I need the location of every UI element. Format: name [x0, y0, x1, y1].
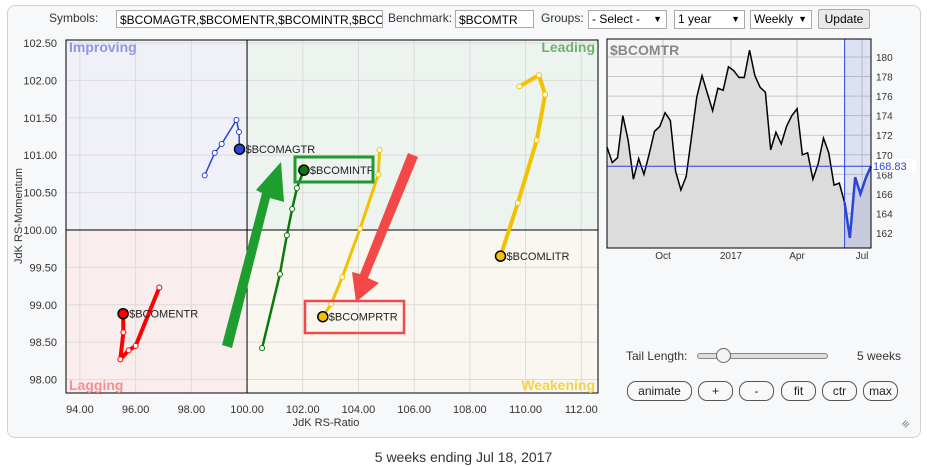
- y-tick-label: 98.00: [29, 375, 57, 387]
- center-button[interactable]: ctr: [822, 381, 857, 401]
- quadrant-label-lagging: Lagging: [69, 377, 123, 393]
- y-tick-label: 99.00: [29, 300, 57, 312]
- x-tick-label: 2017: [720, 251, 743, 262]
- head-point: [298, 164, 310, 176]
- tail-length-label: Tail Length:: [626, 349, 688, 363]
- x-tick-label: 104.00: [342, 404, 376, 416]
- quadrant-label-leading: Leading: [541, 39, 595, 55]
- y-tick-label: 102.50: [23, 38, 57, 50]
- y-tick-label: 172: [876, 131, 893, 142]
- tail-point: [276, 271, 283, 278]
- tail-point: [293, 185, 300, 192]
- x-tick-label: 100.00: [230, 404, 264, 416]
- tail-length-value: 5 weeks: [857, 349, 902, 363]
- y-tick-label: 162: [876, 229, 893, 240]
- y-tick-label: 98.50: [29, 337, 57, 349]
- x-tick-label: 102.00: [286, 404, 320, 416]
- tail-point: [535, 72, 542, 79]
- y-tick-label: 102.00: [23, 75, 57, 87]
- y-tick-label: 101.00: [23, 150, 57, 162]
- tail-point: [132, 342, 139, 349]
- max-button[interactable]: max: [863, 381, 898, 401]
- tail-point: [120, 329, 127, 336]
- tail-point: [211, 149, 218, 156]
- y-tick-label: 101.50: [23, 113, 57, 125]
- fit-button[interactable]: fit: [781, 381, 816, 401]
- y-tick-label: 100.00: [23, 225, 57, 237]
- y-axis-title: JdK RS-Momentum: [13, 168, 25, 264]
- tail-point: [516, 83, 523, 90]
- tail-point: [283, 232, 290, 239]
- y-tick-label: 178: [876, 73, 893, 84]
- head-point: [494, 250, 507, 262]
- quadrant-label-improving: Improving: [69, 39, 137, 55]
- head-point: [117, 307, 129, 320]
- x-tick-label: 112.00: [565, 404, 598, 416]
- zoom-in-button[interactable]: +: [698, 381, 733, 401]
- y-tick-label: 100.50: [23, 188, 57, 200]
- tail-point: [289, 206, 296, 213]
- tail-point: [514, 200, 521, 207]
- head-point: [317, 310, 329, 323]
- tail-point: [375, 171, 382, 178]
- x-tick-label: Apr: [789, 251, 805, 262]
- tail-point: [533, 137, 540, 144]
- x-tick-label: 98.00: [178, 404, 206, 416]
- tail-point: [218, 140, 225, 147]
- y-tick-label: 176: [876, 92, 893, 103]
- animate-button[interactable]: animate: [627, 381, 692, 401]
- tail-point: [125, 347, 132, 354]
- tail-point: [542, 91, 549, 98]
- x-tick-label: 96.00: [122, 404, 150, 416]
- series-label: $BCOMAGTR: [246, 144, 316, 156]
- tail-point: [233, 117, 240, 124]
- tail-point: [235, 128, 242, 135]
- series-label: $BCOMLITR: [507, 251, 570, 263]
- zoom-out-button[interactable]: -: [739, 381, 774, 401]
- x-tick-label: 94.00: [66, 404, 94, 416]
- x-axis-title: JdK RS-Ratio: [293, 417, 360, 429]
- quadrant-label-weakening: Weakening: [521, 377, 595, 393]
- x-tick-label: Jul: [856, 251, 869, 262]
- series-label: $BCOMPRTR: [329, 312, 398, 324]
- series-label: $BCOMINTR: [310, 165, 375, 177]
- caption: 5 weeks ending Jul 18, 2017: [374, 449, 553, 465]
- tail-point: [376, 146, 383, 153]
- y-tick-label: 174: [876, 112, 893, 123]
- tail-point: [156, 284, 163, 291]
- tail-point: [357, 225, 364, 232]
- y-tick-label: 164: [876, 209, 893, 220]
- quadrant-leading: [247, 40, 598, 230]
- highlight-period: [844, 39, 871, 248]
- y-tick-label: 166: [876, 190, 893, 201]
- series-label: $BCOMENTR: [129, 309, 198, 321]
- tail-point: [328, 301, 335, 308]
- head-point: [233, 143, 246, 155]
- quadrant-improving: [66, 40, 248, 230]
- x-tick-label: 110.00: [509, 404, 542, 416]
- benchmark-title: $BCOMTR: [610, 42, 679, 58]
- tail-point: [339, 274, 346, 281]
- x-tick-label: 108.00: [453, 404, 487, 416]
- tail-point: [117, 356, 124, 363]
- tail-point: [259, 345, 266, 352]
- tail-length-slider-thumb[interactable]: [715, 348, 731, 363]
- y-tick-label: 180: [876, 53, 893, 64]
- last-value-label: 168.83: [873, 161, 907, 173]
- y-tick-label: 99.50: [29, 262, 57, 274]
- tail-point: [201, 172, 208, 179]
- x-tick-label: 106.00: [397, 404, 431, 416]
- x-tick-label: Oct: [655, 251, 671, 262]
